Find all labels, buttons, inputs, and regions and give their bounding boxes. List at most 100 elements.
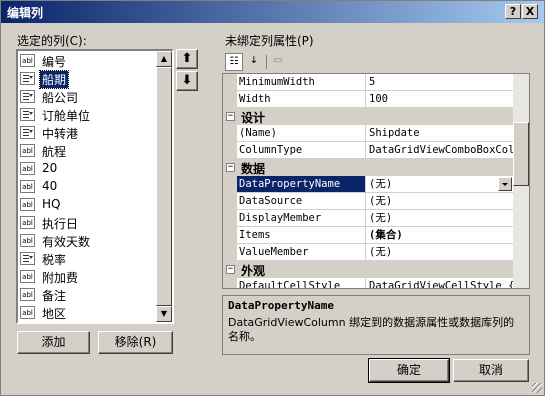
column-label: 订舱单位 [42,109,91,123]
cancel-button[interactable]: 取消 [453,359,529,382]
property-row[interactable]: DefaultCellStyle DataGridViewCellStyle { [223,278,513,289]
column-list-item[interactable]: 税率 [20,250,155,268]
column-list-item[interactable]: abl 航程 [20,142,155,160]
textbox-column-icon: abl [20,306,35,319]
combobox-column-icon [20,126,35,139]
property-name: DefaultCellStyle [237,278,366,288]
column-list-item[interactable]: abl HQ [20,196,155,214]
column-label: 20 [42,161,58,175]
column-list-item[interactable]: 订舱单位 [20,106,155,124]
column-list-item[interactable]: abl 20 [20,160,155,178]
property-value[interactable]: (无) [367,176,513,192]
column-list-item[interactable]: abl 编号 [20,52,155,70]
textbox-column-icon: abl [20,288,35,301]
column-list-item[interactable]: 船期 [20,70,155,89]
combobox-column-icon [20,72,35,85]
property-scroll-thumb[interactable] [513,122,529,186]
property-row[interactable]: (Name) Shipdate [223,125,513,142]
alphabetical-sort-icon[interactable]: ↓ [245,53,263,71]
columns-scrollbar[interactable]: ▲ ▼ [156,51,172,322]
textbox-column-icon: abl [20,216,35,229]
description-title: DataPropertyName [228,299,334,312]
dropdown-arrow-icon[interactable] [498,177,512,191]
selected-columns-label: 选定的列(C): [17,34,87,48]
property-value-text: (集合) [369,229,403,241]
column-list-item[interactable]: abl 有效天数 [20,232,155,250]
property-name: (Name) [237,125,366,141]
scroll-thumb[interactable] [156,67,172,306]
property-pages-icon: ▭ [273,55,283,66]
textbox-column-icon: abl [20,270,35,283]
property-description-panel: DataPropertyName DataGridViewColumn 绑定到的… [222,295,530,355]
column-label: 税率 [42,253,67,267]
remove-button[interactable]: 移除(R) [98,331,173,354]
property-category[interactable]: − 外观 [223,261,513,278]
property-grid-scrollbar[interactable] [513,74,529,288]
property-row[interactable]: ValueMember (无) [223,244,513,261]
textbox-column-icon: abl [20,198,35,211]
property-row[interactable]: DisplayMember (无) [223,210,513,227]
property-value: (无) [367,193,513,209]
category-name: 外观 [241,264,266,278]
selected-columns-list[interactable]: abl 编号 船期 船公司 订舱单位 中转港 abl 航程 abl 20 abl 40 abl HQ abl… [16,49,174,324]
property-value: Shipdate [367,125,513,141]
column-label: 40 [42,179,58,193]
combobox-column-icon [20,252,35,265]
resize-grip-icon[interactable] [532,383,542,393]
row-gutter [223,227,237,244]
property-category[interactable]: − 设计 [223,108,513,125]
property-name: MinimumWidth [237,74,366,90]
textbox-column-icon: abl [20,162,35,175]
textbox-column-icon: abl [20,144,35,157]
toolbar-divider [266,55,267,69]
collapse-icon[interactable]: − [226,265,235,274]
scroll-down-icon[interactable]: ▼ [156,306,172,322]
property-value-text: (无) [369,212,393,224]
property-row[interactable]: DataSource (无) [223,193,513,210]
property-value-text: DataGridViewCellStyle { [369,280,513,289]
column-label: 编号 [42,55,67,69]
ok-button[interactable]: 确定 [368,358,450,383]
property-value-text: (无) [369,195,393,207]
column-list-item[interactable]: abl 地区 [20,304,155,322]
column-list-item[interactable]: abl 备注 [20,286,155,304]
property-value-text: (无) [369,178,393,190]
property-value: (无) [367,210,513,226]
property-name: Width [237,91,366,107]
row-gutter [223,278,237,288]
column-label: 地区 [42,307,67,321]
property-grid[interactable]: MinimumWidth 5 Width 100− 设计 (Name) Shipdate Co… [222,73,530,289]
property-value: (集合) [367,227,513,243]
category-name: 数据 [241,162,266,176]
column-list-item[interactable]: abl 40 [20,178,155,196]
move-up-button[interactable]: ⬆ [176,49,198,69]
row-gutter [223,125,237,142]
column-label: 执行日 [42,217,79,231]
collapse-icon[interactable]: − [226,163,235,172]
property-category[interactable]: − 数据 [223,159,513,176]
property-value: 100 [367,91,513,107]
scroll-up-icon[interactable]: ▲ [156,51,172,67]
close-button[interactable]: X [522,4,538,19]
collapse-icon[interactable]: − [226,112,235,121]
property-row[interactable]: Items (集合) [223,227,513,244]
property-name: DisplayMember [237,210,366,226]
property-row[interactable]: DataPropertyName (无) [223,176,513,193]
property-row[interactable]: Width 100 [223,91,513,108]
title-bar[interactable]: 编辑列 ? X [1,1,544,23]
property-row[interactable]: ColumnType DataGridViewComboBoxColu [223,142,513,159]
property-value: 5 [367,74,513,90]
add-button[interactable]: 添加 [17,331,90,354]
column-list-item[interactable]: 中转港 [20,124,155,142]
column-list-item[interactable]: 船公司 [20,88,155,106]
help-button[interactable]: ? [505,4,521,19]
property-row[interactable]: MinimumWidth 5 [223,74,513,91]
property-name: Items [237,227,366,243]
column-list-item[interactable]: abl 附加费 [20,268,155,286]
property-value-text: Shipdate [369,127,420,139]
categorized-view-icon[interactable]: ☷ [225,53,243,71]
row-gutter [223,142,237,159]
property-value-text: DataGridViewComboBoxColu [369,144,513,156]
move-down-button[interactable]: ⬇ [176,71,198,91]
column-list-item[interactable]: abl 执行日 [20,214,155,232]
